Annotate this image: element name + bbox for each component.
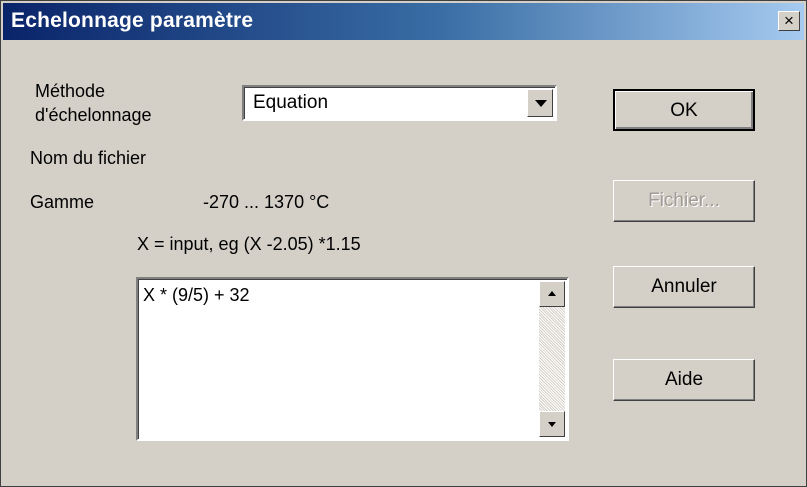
help-button-label: Aide xyxy=(664,369,704,390)
scroll-down-button[interactable] xyxy=(539,411,565,437)
window-title: Echelonnage paramètre xyxy=(11,9,254,32)
scroll-up-button[interactable] xyxy=(539,281,565,307)
title-bar[interactable]: Echelonnage paramètre × xyxy=(3,3,804,40)
cancel-button-label: Annuler xyxy=(651,276,717,297)
method-select-value: Equation xyxy=(253,92,329,113)
equation-input[interactable]: X * (9/5) + 32 xyxy=(136,277,569,441)
help-button[interactable]: Aide xyxy=(613,359,755,401)
equation-hint: X = input, eg (X -2.05) *1.15 xyxy=(137,234,361,254)
range-value: -270 ... 1370 °C xyxy=(203,192,330,212)
scroll-down-icon xyxy=(548,422,556,427)
ok-button-label: OK xyxy=(670,100,698,121)
chevron-down-icon xyxy=(535,100,547,107)
cancel-button[interactable]: Annuler xyxy=(613,266,755,308)
close-button[interactable]: × xyxy=(778,11,800,31)
range-label: Gamme xyxy=(30,192,95,212)
filename-label: Nom du fichier xyxy=(30,148,147,168)
equation-scrollbar[interactable] xyxy=(539,281,565,437)
close-icon: × xyxy=(784,11,794,30)
file-button-label: Fichier... xyxy=(648,190,720,211)
ok-button[interactable]: OK xyxy=(613,89,755,131)
method-select[interactable]: Equation xyxy=(242,85,557,121)
equation-text: X * (9/5) + 32 xyxy=(143,285,250,305)
scaling-dialog: Echelonnage paramètre × Méthode d'échelo… xyxy=(0,0,807,487)
method-label-line1: Méthode xyxy=(35,81,106,101)
scroll-up-icon xyxy=(548,291,556,296)
method-dropdown-button[interactable] xyxy=(527,89,553,117)
method-label-line2: d'échelonnage xyxy=(35,105,152,125)
file-button[interactable]: Fichier... xyxy=(613,180,755,222)
